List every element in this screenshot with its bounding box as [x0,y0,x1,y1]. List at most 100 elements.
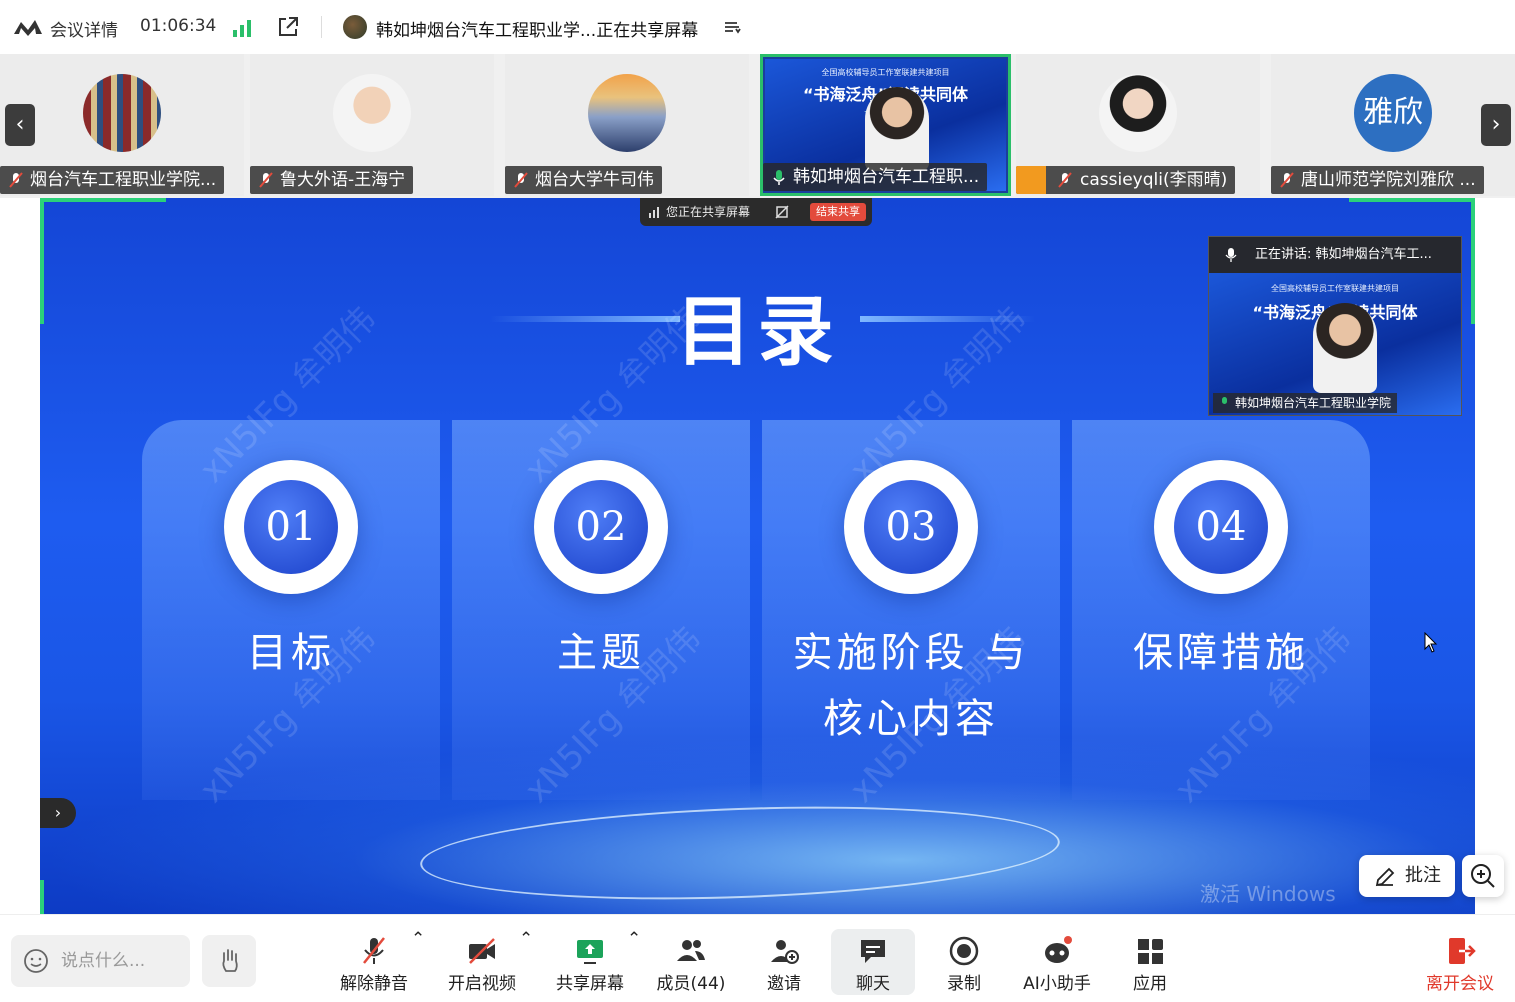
share-view-menu-icon[interactable] [723,18,741,36]
toc-number: 01 [244,480,338,574]
host-badge-icon [1016,166,1046,194]
chat-label: 聊天 [856,974,890,994]
popout-window-icon[interactable] [276,15,300,39]
mic-off-icon [363,937,385,964]
share-status-text: 韩如坤烟台汽车工程职业学...正在共享屏幕 [376,21,699,41]
share-frame-corner [40,198,166,202]
toc-label: 主题 [557,630,645,676]
participant-tile[interactable]: 烟台大学牛司伟 [505,54,749,196]
record-button[interactable]: 录制 [938,929,990,995]
camera-off-icon [469,938,495,964]
ai-robot-icon [1045,936,1072,963]
members-button[interactable]: 成员(44) [656,929,726,995]
mouse-cursor-icon [1424,632,1438,653]
participant-name: 烟台大学牛司伟 [535,170,654,190]
share-screen-button[interactable]: 共享屏幕 [554,929,626,995]
share-frame-corner [1349,198,1475,202]
toc-number-badge: 01 [224,460,358,594]
participant-video [588,74,666,152]
record-label: 录制 [947,974,981,994]
participant-name-bar: 烟台大学牛司伟 [505,166,662,194]
mic-active-icon [773,170,785,185]
participant-avatar-text: 雅欣 [1354,74,1432,152]
unmute-button[interactable]: 解除静音 [338,929,410,995]
speaker-caption: 韩如坤烟台汽车工程职业学院 [1213,393,1398,413]
stop-share-button[interactable]: 结束共享 [810,203,866,221]
invite-user-icon [771,940,799,964]
leave-door-icon [1449,938,1476,964]
invite-button[interactable]: 邀请 [758,929,810,995]
mic-muted-icon [514,172,528,188]
emoji-icon[interactable] [23,948,49,974]
start-video-button[interactable]: 开启视频 [446,929,518,995]
ai-assistant-label: AI小助手 [1023,974,1091,994]
ai-assistant-button[interactable]: AI小助手 [1020,929,1094,995]
apps-button[interactable]: 应用 [1126,929,1174,995]
raise-hand-button[interactable] [202,935,256,987]
annotate-button[interactable]: 批注 [1359,855,1455,897]
slide-thumb-header: 全国高校辅导员工作室联建共建项目 [821,68,950,77]
video-options-chevron-icon[interactable]: ⌃ [519,929,533,995]
share-options-chevron-icon[interactable]: ⌃ [627,929,641,995]
meeting-details-link[interactable]: 会议详情 [50,16,118,41]
bottom-toolbar: 说点什么... 解除静音 ⌃ 开启视频 ⌃ 共享屏幕 ⌃ 成员(44) 邀请 聊… [0,914,1515,1002]
sharing-control-bar[interactable]: 您正在共享屏幕 结束共享 [640,198,872,226]
participant-name-bar: cassieyqli(李雨晴) [1016,166,1236,194]
participant-tile[interactable]: 雅欣 唐山师范学院刘雅欣 ... [1271,54,1515,196]
apps-label: 应用 [1133,974,1167,994]
toc-number-badge: 04 [1154,460,1288,594]
zoom-in-button[interactable] [1462,855,1504,897]
toc-number: 04 [1174,480,1268,574]
sharing-status-label: 您正在共享屏幕 [666,205,751,219]
zoom-in-icon [1471,864,1495,888]
invite-label: 邀请 [767,974,801,994]
participant-name: 韩如坤烟台汽车工程职... [793,167,980,187]
participant-tile[interactable]: 烟台汽车工程职业学院... [0,54,244,196]
participant-video [83,74,161,152]
side-panel-toggle-icon[interactable]: › [40,798,76,828]
record-icon [949,936,979,966]
chat-placeholder: 说点什么... [61,951,146,971]
mic-muted-icon [259,172,273,188]
participant-name-bar: 烟台汽车工程职业学院... [0,166,225,194]
tencent-meeting-logo-icon [14,20,42,36]
pen-icon [1375,867,1395,887]
participant-name: 烟台汽车工程职业学院... [30,170,217,190]
participant-strip: 烟台汽车工程职业学院... 鲁大外语-王海宁 烟台大学牛司伟 全国高校辅导员工作… [0,54,1515,198]
speaker-name: 韩如坤烟台汽车工程职业学院 [1235,396,1392,410]
mic-muted-icon [1058,172,1072,188]
speaker-floating-window[interactable]: 正在讲话: 韩如坤烟台汽车工... 全国高校辅导员工作室联建共建项目 “书海泛舟… [1208,236,1462,416]
mic-muted-icon [9,172,23,188]
participant-name-bar: 鲁大外语-王海宁 [250,166,414,194]
chat-bubble-icon [861,940,885,963]
participant-name-bar: 唐山师范学院刘雅欣 ... [1271,166,1484,194]
speaker-video: 全国高校辅导员工作室联建共建项目 “书海泛舟”阅读共同体 韩如坤烟台汽车工程职业… [1209,273,1461,415]
participant-tile-active-speaker[interactable]: 全国高校辅导员工作室联建共建项目 “书海泛舟”阅读共同体 十四千 一期 韩如坤烟… [760,54,1011,196]
sharer-avatar [343,15,367,39]
participant-tile[interactable]: 鲁大外语-王海宁 [250,54,494,196]
network-signal-icon[interactable] [232,18,254,38]
leave-meeting-button[interactable]: 离开会议 [1420,929,1500,995]
strip-prev-arrow-icon[interactable]: ‹ [5,104,35,146]
toc-number: 02 [554,480,648,574]
chat-button[interactable]: 聊天 [831,929,915,995]
strip-next-arrow-icon[interactable]: › [1481,104,1511,146]
audio-options-chevron-icon[interactable]: ⌃ [411,929,425,995]
participant-name-bar: 韩如坤烟台汽车工程职... [763,163,988,191]
participant-name: cassieyqli(李雨晴) [1080,170,1228,190]
participant-video [333,74,411,152]
toc-item: 01 目标 [142,420,440,800]
share-screen-icon [577,940,603,964]
annotation-toggle-icon[interactable] [774,204,790,220]
share-screen-label: 共享屏幕 [556,974,624,994]
participant-name: 唐山师范学院刘雅欣 ... [1301,170,1476,190]
participant-tile[interactable]: cassieyqli(李雨晴) [1016,54,1260,196]
share-signal-icon [649,207,659,218]
shared-screen: 目录 01 目标 02 主题 03 实施阶段 与核心内容 04 保障措施 xN5… [40,198,1475,914]
top-bar: 会议详情 01:06:34 韩如坤烟台汽车工程职业学...正在共享屏幕 [0,0,1515,54]
mic-active-icon [1222,397,1227,404]
participant-name: 鲁大外语-王海宁 [280,170,406,190]
meeting-timer: 01:06:34 [140,16,217,36]
quick-chat-input[interactable]: 说点什么... [11,935,190,987]
speaker-person [1313,303,1377,393]
